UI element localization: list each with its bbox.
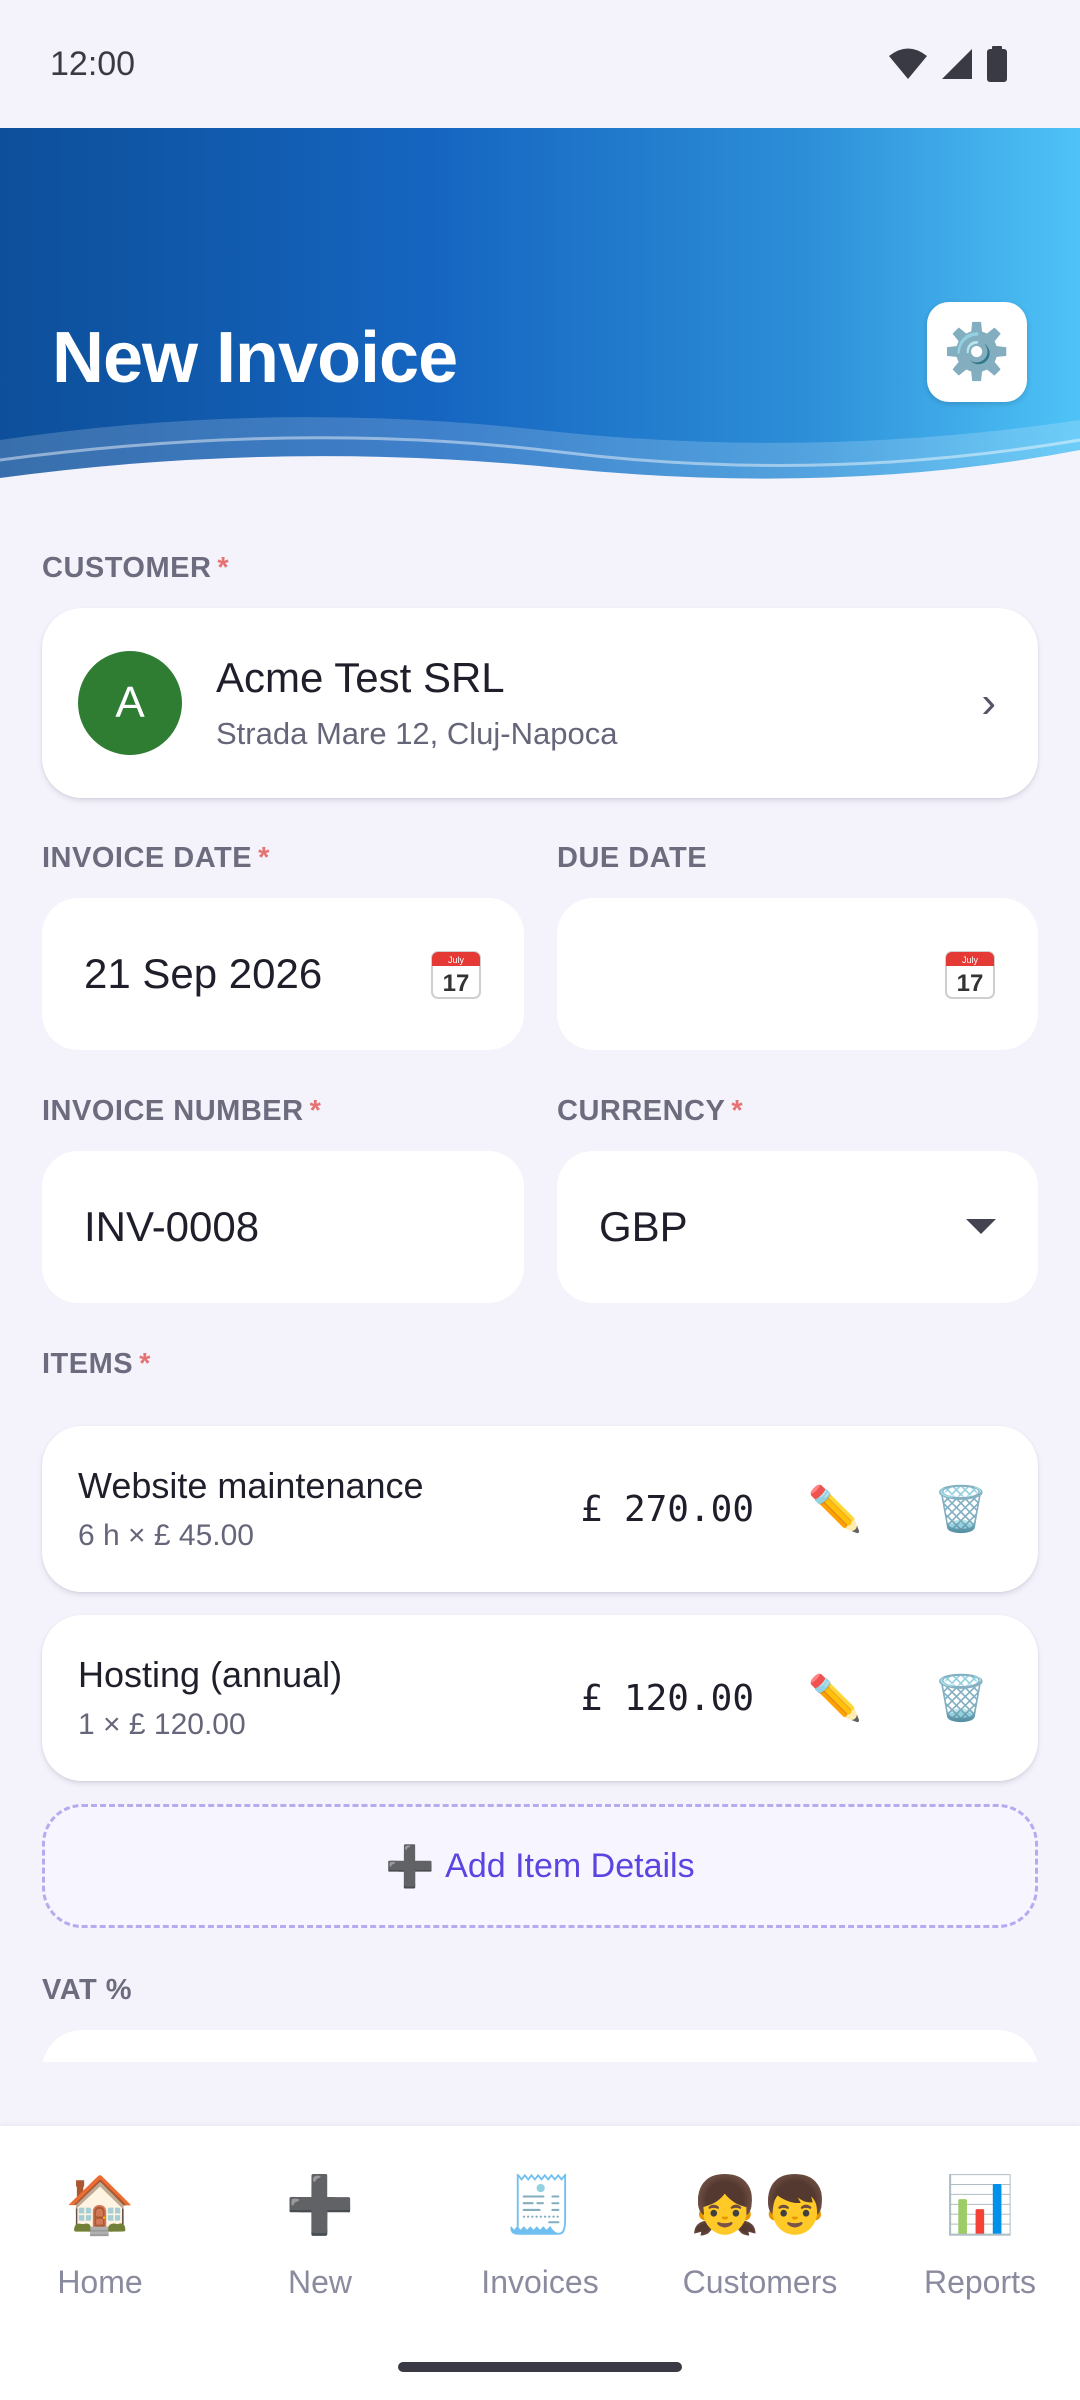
plus-icon: ➕ xyxy=(385,1844,436,1889)
trash-icon: 🗑️ xyxy=(933,1485,989,1534)
add-item-button[interactable]: ➕ Add Item Details xyxy=(42,1804,1038,1928)
status-icons xyxy=(888,46,1008,82)
avatar: A xyxy=(78,651,182,755)
currency-select[interactable]: GBP xyxy=(557,1151,1038,1303)
nav-label: Reports xyxy=(923,2264,1037,2300)
list-item[interactable]: Hosting (annual) 1 × £ 120.00 £ 120.00 ✏… xyxy=(42,1615,1038,1781)
delete-item-button[interactable]: 🗑️ xyxy=(920,1468,1002,1550)
due-date-field[interactable]: July 17 xyxy=(557,898,1038,1050)
customer-label: CUSTOMER * xyxy=(42,552,230,584)
screen: 12:00 New Invoice ⚙️ CUSTOMER * A Acme T… xyxy=(0,0,1080,2400)
due-date-label: DUE DATE xyxy=(557,842,708,874)
receipt-icon: 🧾 xyxy=(505,2173,575,2236)
nav-item-customers[interactable]: 👧👦 Customers xyxy=(660,2170,860,2320)
house-icon: 🏠 xyxy=(65,2173,135,2236)
pencil-icon: ✏️ xyxy=(807,1674,863,1723)
header-wave-decoration xyxy=(0,417,1080,500)
svg-text:July: July xyxy=(962,955,979,965)
dropdown-arrow-icon xyxy=(966,1219,996,1234)
svg-text:17: 17 xyxy=(443,970,470,997)
invoice-date-field[interactable]: 21 Sep 2026 July 17 xyxy=(42,898,524,1050)
list-item[interactable]: Website maintenance 6 h × £ 45.00 £ 270.… xyxy=(42,1426,1038,1592)
invoice-number-value: INV-0008 xyxy=(84,1203,260,1250)
currency-value: GBP xyxy=(599,1203,688,1250)
nav-item-home[interactable]: 🏠 Home xyxy=(0,2170,200,2320)
wifi-icon xyxy=(889,48,927,79)
delete-item-button[interactable]: 🗑️ xyxy=(920,1657,1002,1739)
status-bar: 12:00 xyxy=(0,0,1080,128)
items-label: ITEMS * xyxy=(42,1348,151,1380)
people-icon: 👧👦 xyxy=(690,2173,830,2236)
nav-item-new[interactable]: ➕ New xyxy=(220,2170,420,2320)
bottom-navigation: 🏠 Home ➕ New 🧾 Invoices 👧👦 Customers 📊 R… xyxy=(0,2126,1080,2400)
nav-label: Invoices xyxy=(481,2264,599,2300)
trash-icon: 🗑️ xyxy=(933,1674,989,1723)
svg-text:July: July xyxy=(448,955,465,965)
item-name: Website maintenance xyxy=(78,1465,424,1506)
invoice-date-value: 21 Sep 2026 xyxy=(84,950,323,997)
calendar-icon: July 17 xyxy=(431,951,481,999)
invoice-date-label: INVOICE DATE * xyxy=(42,842,270,874)
signal-icon xyxy=(942,49,972,79)
item-name: Hosting (annual) xyxy=(78,1654,343,1695)
nav-item-reports[interactable]: 📊 Reports xyxy=(880,2170,1080,2320)
invoice-number-input[interactable]: INV-0008 xyxy=(42,1151,524,1303)
pencil-icon: ✏️ xyxy=(807,1485,863,1534)
item-amount: £ 120.00 xyxy=(580,1677,754,1719)
item-detail: 6 h × £ 45.00 xyxy=(78,1519,254,1552)
gear-icon: ⚙️ xyxy=(943,321,1011,382)
edit-item-button[interactable]: ✏️ xyxy=(794,1657,876,1739)
nav-label: Customers xyxy=(682,2264,838,2300)
customer-address: Strada Mare 12, Cluj-Napoca xyxy=(216,716,618,751)
add-item-label: Add Item Details xyxy=(445,1846,695,1885)
home-indicator[interactable] xyxy=(398,2362,682,2372)
customer-selector[interactable]: A Acme Test SRL Strada Mare 12, Cluj-Nap… xyxy=(42,608,1038,798)
nav-label: Home xyxy=(57,2264,143,2300)
customer-name: Acme Test SRL xyxy=(216,654,505,701)
item-detail: 1 × £ 120.00 xyxy=(78,1708,246,1741)
status-time: 12:00 xyxy=(50,44,136,83)
app-header: New Invoice ⚙️ xyxy=(0,128,1080,500)
invoice-number-label: INVOICE NUMBER * xyxy=(42,1095,322,1127)
chevron-right-icon: › xyxy=(981,678,996,727)
plus-icon: ➕ xyxy=(285,2173,355,2236)
scroll-mask xyxy=(0,2062,1080,2126)
calendar-icon: July 17 xyxy=(945,951,995,999)
battery-icon xyxy=(987,46,1007,82)
edit-item-button[interactable]: ✏️ xyxy=(794,1468,876,1550)
nav-label: New xyxy=(287,2264,352,2300)
vat-label: VAT % xyxy=(42,1974,133,2006)
currency-label: CURRENCY * xyxy=(557,1095,744,1127)
bar-chart-icon: 📊 xyxy=(945,2173,1015,2236)
nav-item-invoices[interactable]: 🧾 Invoices xyxy=(440,2170,640,2320)
svg-text:17: 17 xyxy=(957,970,984,997)
item-amount: £ 270.00 xyxy=(580,1488,754,1530)
